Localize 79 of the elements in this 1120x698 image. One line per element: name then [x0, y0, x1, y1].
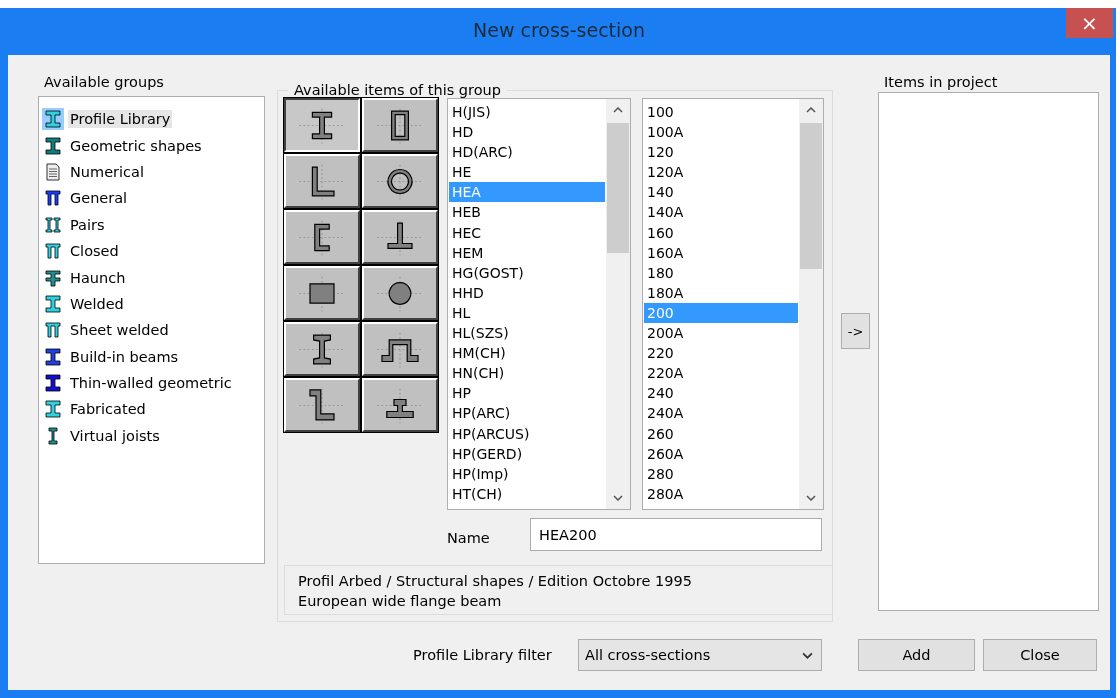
group-item[interactable]: Haunch: [68, 268, 128, 287]
group-item[interactable]: Virtual joists: [68, 426, 162, 445]
list-item[interactable]: HEC: [449, 222, 605, 243]
list-item[interactable]: HEM: [449, 242, 605, 263]
list-item[interactable]: 120A: [644, 162, 798, 183]
list-item[interactable]: HT(CH): [449, 483, 605, 504]
project-items-label: Items in project: [884, 74, 999, 92]
list-item[interactable]: 180: [644, 262, 798, 283]
group-item[interactable]: Pairs: [68, 215, 107, 234]
group-item[interactable]: Geometric shapes: [68, 136, 204, 155]
group-item[interactable]: Build-in beams: [68, 347, 181, 366]
list-item[interactable]: 100: [644, 102, 798, 123]
list-item[interactable]: 160A: [644, 242, 798, 263]
list-item[interactable]: 220: [644, 343, 798, 364]
list-item[interactable]: 160: [644, 222, 798, 243]
group-item[interactable]: Fabricated: [68, 400, 148, 419]
window-title: New cross-section: [473, 19, 645, 41]
list-item[interactable]: HP(GERD): [449, 443, 605, 464]
chevron-down-icon[interactable]: [613, 495, 623, 501]
list-item[interactable]: 200A: [644, 323, 798, 344]
scrollbar[interactable]: [799, 99, 823, 509]
list-item[interactable]: HP(ARC): [449, 403, 605, 424]
list-item[interactable]: 260: [644, 423, 798, 444]
scrollbar[interactable]: [606, 99, 630, 509]
list-item[interactable]: 280A: [644, 483, 798, 504]
list-item[interactable]: 240: [644, 383, 798, 404]
section-type-button[interactable]: [284, 98, 360, 152]
chevron-down-icon[interactable]: [806, 495, 816, 501]
name-label: Name: [447, 528, 491, 546]
list-item[interactable]: 220A: [644, 363, 798, 384]
list-item[interactable]: HN(CH): [449, 363, 605, 384]
description-text: European wide flange beam: [298, 592, 503, 611]
description-text: Profil Arbed / Structural shapes / Edition Octobre 1995: [298, 572, 693, 591]
list-item[interactable]: H(JIS): [449, 102, 605, 123]
beam-icon: [42, 108, 64, 131]
group-item[interactable]: Profile Library: [68, 110, 173, 129]
beam-icon: [42, 372, 64, 395]
items-group-label: Available items of this group: [293, 82, 502, 98]
list-item[interactable]: HHD: [449, 282, 605, 303]
list-item[interactable]: 260A: [644, 443, 798, 464]
list-item[interactable]: 140: [644, 182, 798, 203]
list-item[interactable]: HE: [449, 162, 605, 183]
list-item[interactable]: HD: [449, 122, 605, 143]
add-arrow-button[interactable]: ->: [841, 313, 870, 349]
list-item[interactable]: HL: [449, 302, 605, 324]
filter-dropdown[interactable]: All cross-sections: [578, 639, 822, 671]
list-item[interactable]: 240A: [644, 403, 798, 424]
list-item[interactable]: 140A: [644, 202, 798, 223]
list-item[interactable]: HD(ARC): [449, 142, 605, 163]
list-item[interactable]: HP: [449, 383, 605, 404]
list-item[interactable]: HEB: [449, 202, 605, 223]
list-item[interactable]: HL(SZS): [449, 323, 605, 344]
group-item[interactable]: Numerical: [68, 162, 146, 181]
list-item[interactable]: 280: [644, 463, 798, 484]
group-item[interactable]: Closed: [68, 242, 121, 261]
group-item[interactable]: Sheet welded: [68, 321, 171, 340]
dialog-button[interactable]: Add: [858, 639, 975, 671]
list-item[interactable]: 120: [644, 142, 798, 163]
dialog-button[interactable]: Close: [983, 639, 1097, 671]
group-item[interactable]: Welded: [68, 294, 126, 313]
list-item[interactable]: HP(ARCUS): [449, 423, 605, 444]
list-item[interactable]: 100A: [644, 122, 798, 143]
chevron-down-icon: [802, 651, 813, 659]
group-item[interactable]: General: [68, 189, 130, 208]
close-button[interactable]: ×: [1066, 8, 1113, 38]
beam-icon: [42, 292, 64, 315]
beam-icon: [42, 134, 64, 157]
beam-icon: [42, 398, 64, 421]
list-item[interactable]: HM(CH): [449, 343, 605, 364]
list-item[interactable]: HG(GOST): [449, 262, 605, 283]
list-item[interactable]: HP(Imp): [449, 463, 605, 484]
name-field[interactable]: HEA200: [530, 518, 822, 551]
filter-label: Profile Library filter: [413, 647, 553, 663]
chevron-up-icon[interactable]: [806, 107, 816, 113]
chevron-up-icon[interactable]: [613, 107, 623, 113]
beam-icon: [42, 345, 64, 368]
groups-label: Available groups: [44, 74, 165, 92]
list-item[interactable]: 180A: [644, 282, 798, 303]
group-item[interactable]: Thin-walled geometric: [68, 374, 234, 393]
